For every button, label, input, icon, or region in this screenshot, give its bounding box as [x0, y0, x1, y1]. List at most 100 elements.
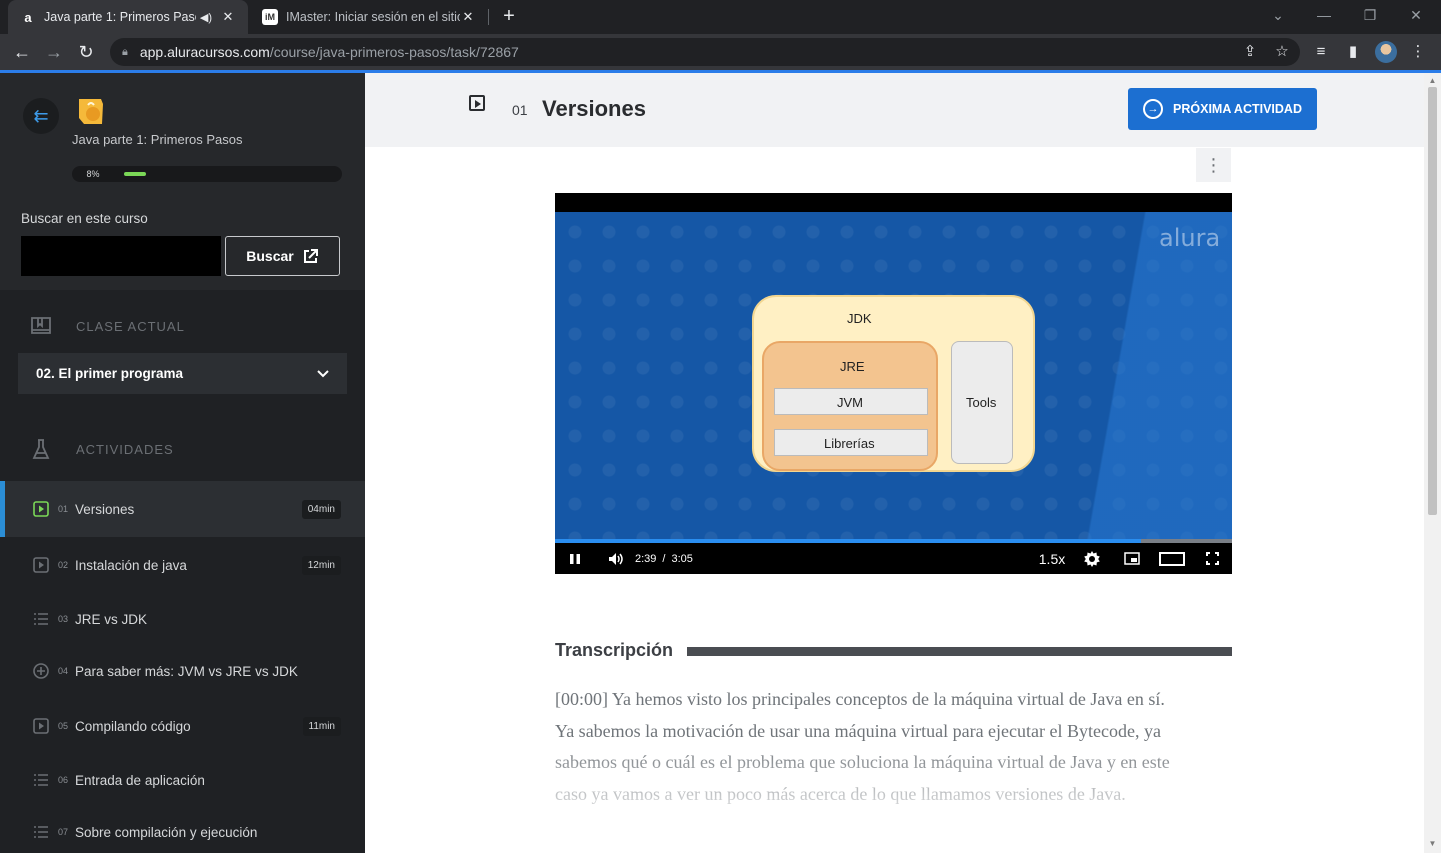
- close-tab-icon[interactable]: ✕: [460, 9, 476, 25]
- new-tab-icon[interactable]: +: [498, 5, 520, 27]
- chrome-menu-icon[interactable]: ⋮: [1404, 38, 1432, 66]
- bookmark-star-icon[interactable]: ☆: [1268, 38, 1296, 66]
- alura-icon: a: [24, 9, 32, 25]
- picture-in-picture-icon[interactable]: [1122, 543, 1142, 574]
- activity-title: Versiones: [75, 501, 135, 517]
- activity-duration: 12min: [301, 555, 341, 575]
- browser-tab-imaster[interactable]: iM IMaster: Iniciar sesión en el sitio ✕: [250, 0, 488, 34]
- back-to-course-icon[interactable]: ⇇: [23, 98, 59, 134]
- more-options-icon[interactable]: ⋮: [1196, 148, 1231, 182]
- reload-icon[interactable]: ↻: [72, 38, 100, 66]
- tab-search-icon[interactable]: ⌄: [1255, 0, 1301, 32]
- media-control-icon[interactable]: ≡: [1307, 38, 1335, 66]
- activity-item-07[interactable]: 07 Sobre compilación y ejecución: [0, 804, 365, 853]
- activity-number: 04: [58, 666, 69, 676]
- course-name: Java parte 1: Primeros Pasos: [72, 132, 243, 147]
- video-task-icon: [469, 95, 485, 111]
- next-activity-label: PRÓXIMA ACTIVIDAD: [1173, 102, 1302, 116]
- speaker-icon[interactable]: ◀︎): [200, 11, 212, 24]
- fullscreen-icon[interactable]: [1202, 543, 1222, 574]
- current-class-heading: CLASE ACTUAL: [30, 314, 185, 338]
- profile-avatar[interactable]: [1375, 41, 1397, 63]
- activity-number: 03: [58, 614, 69, 624]
- theater-mode-icon[interactable]: [1158, 543, 1186, 574]
- search-button[interactable]: Buscar: [225, 236, 340, 276]
- external-link-icon: [303, 248, 318, 263]
- scroll-down-icon[interactable]: ▼: [1428, 839, 1437, 848]
- total-duration: 3:05: [671, 552, 693, 565]
- side-panel-icon[interactable]: ▮: [1339, 38, 1367, 66]
- pause-icon[interactable]: [565, 543, 585, 574]
- activity-title: Instalación de java: [75, 557, 187, 573]
- activity-item-04[interactable]: 04 Para saber más: JVM vs JRE vs JDK: [0, 643, 365, 699]
- activity-number: 06: [58, 775, 69, 785]
- video-frame[interactable]: alura JDK JRE JVM Librerías Tools: [555, 212, 1232, 539]
- scroll-up-icon[interactable]: ▲: [1428, 76, 1437, 85]
- jvm-label: JVM: [837, 395, 863, 410]
- playback-speed-button[interactable]: 1.5x: [1035, 543, 1069, 574]
- alura-watermark: alura: [1159, 224, 1221, 252]
- plus-circle-icon: [33, 663, 49, 679]
- jre-box: JRE JVM Librerías: [762, 341, 938, 471]
- page-scrollbar[interactable]: ▲ ▼: [1424, 73, 1441, 853]
- next-activity-button[interactable]: → PRÓXIMA ACTIVIDAD: [1128, 88, 1317, 130]
- arrow-right-circle-icon: →: [1143, 99, 1164, 119]
- tools-label: Tools: [966, 395, 997, 410]
- current-class-value: 02. El primer programa: [36, 366, 184, 381]
- video-icon: [33, 557, 49, 573]
- url-host: app.aluracursos.com: [139, 44, 270, 60]
- list-icon: [33, 824, 49, 840]
- video-icon: [33, 718, 49, 734]
- close-tab-icon[interactable]: ✕: [220, 9, 236, 25]
- activity-title: JRE vs JDK: [75, 611, 148, 627]
- back-icon[interactable]: ←: [8, 38, 36, 66]
- transcript-divider: [687, 647, 1232, 656]
- activity-item-06[interactable]: 06 Entrada de aplicación: [0, 752, 365, 808]
- minimize-icon[interactable]: —: [1301, 0, 1347, 32]
- browser-tab-alura[interactable]: a Java parte 1: Primeros Pasos: ◀︎) ✕: [8, 0, 248, 34]
- current-class-heading-text: CLASE ACTUAL: [76, 318, 185, 334]
- list-icon: [33, 611, 49, 627]
- jdk-diagram: JDK JRE JVM Librerías Tools: [752, 295, 1035, 472]
- current-class-select[interactable]: 02. El primer programa: [18, 353, 347, 394]
- browser-toolbar: ← → ↻ 🔒︎ app.aluracursos.com/course/java…: [0, 34, 1441, 70]
- activities-heading: ACTIVIDADES: [30, 437, 174, 461]
- share-icon[interactable]: ⇪: [1236, 38, 1264, 66]
- jvm-box: JVM: [774, 388, 928, 415]
- activity-number: 02: [58, 560, 69, 570]
- task-header: 01 Versiones → PRÓXIMA ACTIVIDAD: [365, 73, 1424, 147]
- activity-item-01[interactable]: 01 Versiones 04min: [0, 481, 365, 537]
- activity-item-02[interactable]: 02 Instalación de java 12min: [0, 537, 365, 593]
- volume-icon[interactable]: [605, 543, 627, 574]
- task-number: 01: [512, 102, 528, 118]
- video-player[interactable]: alura JDK JRE JVM Librerías Tools 2:39 /…: [555, 193, 1232, 574]
- course-search-input[interactable]: [21, 236, 221, 276]
- page-title: Versiones: [542, 96, 646, 121]
- jdk-label: JDK: [847, 311, 872, 326]
- address-bar[interactable]: 🔒︎ app.aluracursos.com/course/java-prime…: [110, 38, 1300, 66]
- activity-title: Sobre compilación y ejecución: [75, 824, 258, 840]
- search-label: Buscar en este curso: [21, 211, 148, 226]
- transcript-heading: Transcripción: [555, 640, 674, 660]
- video-controls: 2:39 / 3:05 1.5x: [555, 543, 1232, 574]
- activity-item-03[interactable]: 03 JRE vs JDK: [0, 591, 365, 647]
- sidebar-header: ⇇ Java parte 1: Primeros Pasos 8% Buscar…: [0, 73, 365, 290]
- browser-tab-bar: a Java parte 1: Primeros Pasos: ◀︎) ✕ iM…: [0, 0, 1441, 34]
- settings-gear-icon[interactable]: [1082, 543, 1102, 574]
- activity-item-05[interactable]: 05 Compilando código 11min: [0, 698, 365, 754]
- time-display: 2:39 / 3:05: [635, 543, 715, 574]
- close-window-icon[interactable]: ✕: [1393, 0, 1439, 32]
- search-button-label: Buscar: [246, 248, 294, 264]
- activity-title: Para saber más: JVM vs JRE vs JDK: [75, 663, 298, 679]
- tab-title: Java parte 1: Primeros Pasos:: [44, 10, 196, 24]
- chevron-down-icon: [317, 369, 329, 377]
- lock-icon[interactable]: 🔒︎: [122, 46, 128, 59]
- imaster-icon: iM: [262, 9, 278, 25]
- activity-number: 07: [58, 827, 69, 837]
- scrollbar-thumb[interactable]: [1428, 87, 1437, 515]
- time-separator: /: [662, 552, 666, 565]
- forward-icon[interactable]: →: [40, 38, 68, 66]
- jre-label: JRE: [840, 359, 865, 374]
- restore-icon[interactable]: ❐: [1347, 0, 1393, 32]
- progress-fill: [124, 172, 146, 176]
